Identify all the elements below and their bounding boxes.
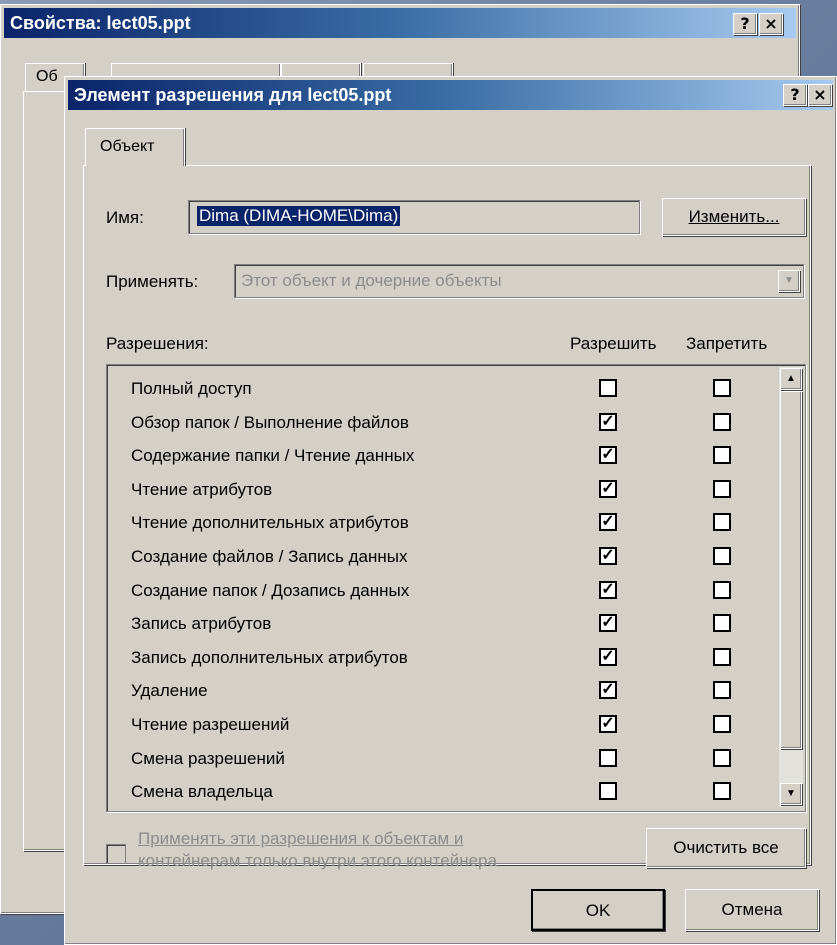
apply-only-label: Применять эти разрешения к объектам и ко…	[138, 829, 497, 870]
permission-entry-dialog: Элемент разрешения для lect05.ppt ? × Об…	[64, 76, 837, 945]
dialog-title: Элемент разрешения для lect05.ppt	[74, 85, 392, 105]
allow-checkbox[interactable]: ✓	[599, 681, 617, 700]
allow-checkbox[interactable]: ✓	[599, 479, 617, 498]
permission-name: Содержание папки / Чтение данных	[131, 446, 415, 466]
tab-object[interactable]: Объект	[85, 128, 185, 166]
deny-checkbox[interactable]	[713, 681, 731, 700]
allow-checkbox[interactable]: ✓	[599, 513, 617, 532]
cancel-button[interactable]: Отмена	[685, 889, 819, 931]
deny-checkbox[interactable]	[713, 715, 731, 733]
properties-titlebar[interactable]: Свойства: lect05.ppt	[4, 8, 796, 38]
help-button[interactable]: ?	[733, 13, 757, 35]
allow-checkbox[interactable]: ✓	[599, 446, 617, 465]
permission-name: Создание папок / Дозапись данных	[131, 580, 410, 600]
properties-title: Свойства: lect05.ppt	[10, 13, 191, 33]
permission-name: Чтение дополнительных атрибутов	[131, 513, 409, 533]
permission-name: Полный доступ	[131, 379, 252, 398]
apply-only-checkbox[interactable]	[106, 844, 126, 864]
allow-checkbox[interactable]: ✓	[599, 715, 617, 733]
permission-row: Чтение разрешений ✓	[107, 709, 767, 742]
permission-row: Удаление ✓	[107, 675, 767, 708]
permission-name: Удаление	[131, 681, 208, 701]
allow-checkbox[interactable]	[599, 748, 617, 767]
permissions-scrollbar[interactable]: ▲ ▼	[779, 367, 803, 807]
deny-checkbox[interactable]	[713, 580, 731, 599]
permission-row: Создание папок / Дозапись данных ✓	[107, 575, 767, 608]
permission-row: Полный доступ	[107, 373, 767, 406]
allow-checkbox[interactable]: ✓	[599, 547, 617, 565]
permission-name: Чтение атрибутов	[131, 479, 273, 499]
allow-checkbox[interactable]: ✓	[599, 580, 617, 599]
deny-checkbox[interactable]	[713, 379, 731, 397]
name-field[interactable]: Dima (DIMA-HOME\Dima)	[188, 200, 640, 234]
allow-checkbox[interactable]: ✓	[599, 412, 617, 431]
apply-to-value: Этот объект и дочерние объекты	[241, 271, 502, 290]
deny-checkbox[interactable]	[713, 412, 731, 431]
allow-checkbox[interactable]: ✓	[599, 614, 617, 633]
permission-row: Обзор папок / Выполнение файлов ✓	[107, 407, 767, 440]
deny-checkbox[interactable]	[713, 748, 731, 767]
allow-checkbox[interactable]	[599, 379, 617, 397]
chevron-down-icon[interactable]: ▼	[778, 270, 800, 292]
permission-row: Содержание папки / Чтение данных ✓	[107, 440, 767, 473]
help-button[interactable]: ?	[783, 84, 807, 106]
allow-checkbox[interactable]	[599, 782, 617, 801]
permission-name: Обзор папок / Выполнение файлов	[131, 412, 409, 432]
permission-row: Чтение дополнительных атрибутов ✓	[107, 507, 767, 540]
clear-all-button[interactable]: Очистить все	[646, 828, 806, 868]
deny-checkbox[interactable]	[713, 647, 731, 666]
close-button[interactable]: ×	[759, 13, 783, 35]
name-value: Dima (DIMA-HOME\Dima)	[197, 206, 401, 226]
permissions-list[interactable]: Полный доступ Обзор папок / Выполнение фа…	[106, 364, 806, 812]
deny-checkbox[interactable]	[713, 513, 731, 532]
permission-row: Создание файлов / Запись данных ✓	[107, 541, 767, 574]
name-label: Имя:	[106, 208, 144, 227]
permission-name: Запись атрибутов	[131, 614, 272, 634]
deny-checkbox[interactable]	[713, 446, 731, 465]
permission-name: Создание файлов / Запись данных	[131, 547, 408, 566]
apply-to-select[interactable]: Этот объект и дочерние объекты ▼	[234, 264, 804, 298]
permission-name: Смена владельца	[131, 782, 273, 802]
deny-checkbox[interactable]	[713, 547, 731, 565]
deny-checkbox[interactable]	[713, 782, 731, 801]
permission-name: Чтение разрешений	[131, 715, 290, 734]
allow-column-header: Разрешить	[570, 334, 657, 353]
allow-checkbox[interactable]: ✓	[599, 647, 617, 666]
permission-row: Смена владельца	[107, 776, 767, 803]
deny-checkbox[interactable]	[713, 614, 731, 633]
close-button[interactable]: ×	[808, 84, 832, 106]
scroll-thumb[interactable]	[780, 391, 802, 749]
apply-to-label: Применять:	[106, 272, 199, 291]
permissions-label: Разрешения:	[106, 334, 209, 353]
scroll-up-icon[interactable]: ▲	[780, 368, 802, 390]
change-button[interactable]: Изменить...	[662, 198, 806, 236]
object-tab-panel: Имя: Dima (DIMA-HOME\Dima) Изменить... П…	[83, 165, 811, 870]
permission-name: Смена разрешений	[131, 748, 285, 768]
deny-column-header: Запретить	[686, 334, 768, 353]
scroll-down-icon[interactable]: ▼	[780, 783, 802, 805]
permission-name: Запись дополнительных атрибутов	[131, 647, 408, 667]
ok-button[interactable]: OK	[531, 889, 665, 931]
permission-row: Запись дополнительных атрибутов ✓	[107, 642, 767, 675]
dialog-titlebar[interactable]: Элемент разрешения для lect05.ppt	[68, 80, 833, 110]
permission-row: Смена разрешений	[107, 743, 767, 776]
permission-row: Чтение атрибутов ✓	[107, 474, 767, 507]
permission-row: Запись атрибутов ✓	[107, 608, 767, 641]
deny-checkbox[interactable]	[713, 479, 731, 498]
